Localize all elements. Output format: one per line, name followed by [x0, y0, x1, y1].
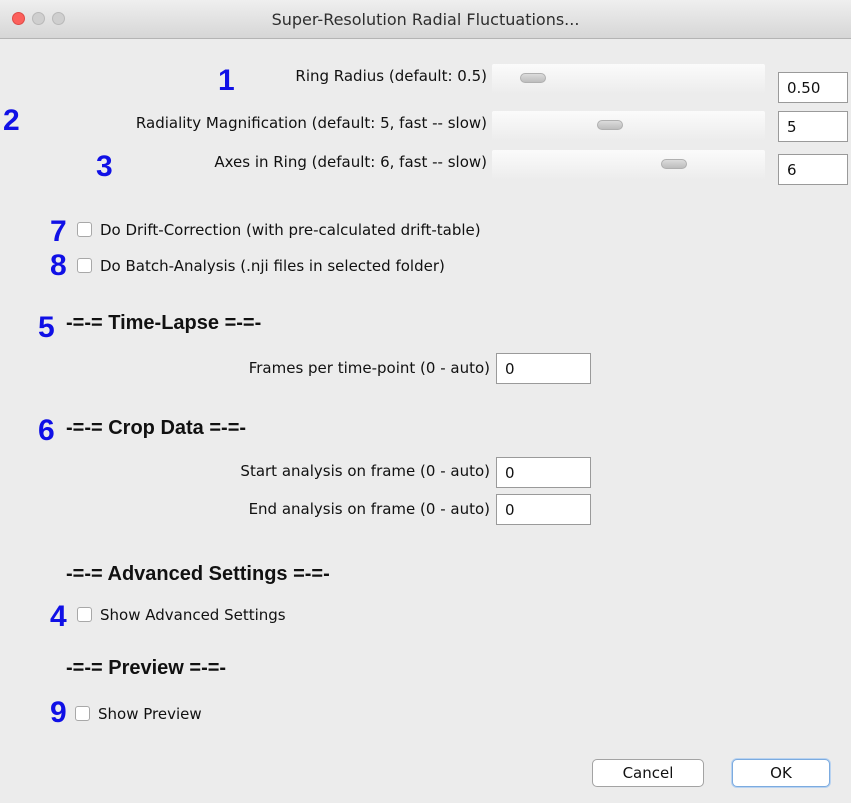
- drift-correction-label: Do Drift-Correction (with pre-calculated…: [100, 221, 481, 239]
- ring-radius-input[interactable]: [778, 72, 848, 103]
- end-frame-input[interactable]: [496, 494, 591, 525]
- ok-button[interactable]: OK: [732, 759, 830, 787]
- show-advanced-settings-checkbox[interactable]: [77, 607, 92, 622]
- magnification-label: Radiality Magnification (default: 5, fas…: [135, 114, 487, 132]
- cancel-button[interactable]: Cancel: [592, 759, 704, 787]
- window-title: Super-Resolution Radial Fluctuations...: [271, 10, 580, 29]
- annotation-8: 8: [50, 249, 67, 282]
- annotation-4: 4: [50, 600, 67, 633]
- title-bar: Super-Resolution Radial Fluctuations...: [0, 0, 851, 39]
- ring-radius-slider-thumb[interactable]: [520, 73, 547, 83]
- axes-slider-thumb[interactable]: [660, 159, 687, 169]
- preview-heading: -=-= Preview =-=-: [66, 657, 227, 679]
- axes-label: Axes in Ring (default: 6, fast -- slow): [214, 153, 487, 171]
- magnification-input[interactable]: [778, 111, 848, 142]
- annotation-5: 5: [38, 311, 55, 344]
- annotation-2: 2: [3, 104, 20, 137]
- end-frame-label: End analysis on frame (0 - auto): [248, 500, 490, 518]
- annotation-7: 7: [50, 215, 67, 248]
- batch-analysis-checkbox[interactable]: [77, 258, 92, 273]
- time-lapse-heading: -=-= Time-Lapse =-=-: [66, 312, 262, 334]
- crop-data-heading: -=-= Crop Data =-=-: [66, 417, 247, 439]
- advanced-settings-heading: -=-= Advanced Settings =-=-: [66, 563, 330, 585]
- axes-input[interactable]: [778, 154, 848, 185]
- magnification-slider[interactable]: [492, 111, 765, 141]
- show-preview-checkbox[interactable]: [75, 706, 90, 721]
- annotation-1: 1: [218, 64, 235, 97]
- show-preview-label: Show Preview: [98, 705, 202, 723]
- ring-radius-label: Ring Radius (default: 0.5): [295, 67, 487, 85]
- axes-slider[interactable]: [492, 150, 765, 180]
- show-advanced-settings-label: Show Advanced Settings: [100, 606, 286, 624]
- drift-correction-checkbox[interactable]: [77, 222, 92, 237]
- annotation-3: 3: [96, 150, 113, 183]
- frames-per-timepoint-label: Frames per time-point (0 - auto): [248, 359, 490, 377]
- annotation-9: 9: [50, 696, 67, 729]
- annotation-6: 6: [38, 414, 55, 447]
- start-frame-label: Start analysis on frame (0 - auto): [240, 462, 490, 480]
- magnification-slider-thumb[interactable]: [597, 120, 624, 130]
- start-frame-input[interactable]: [496, 457, 591, 488]
- frames-per-timepoint-input[interactable]: [496, 353, 591, 384]
- batch-analysis-label: Do Batch-Analysis (.nji files in selecte…: [100, 257, 445, 275]
- ring-radius-slider[interactable]: [492, 64, 765, 94]
